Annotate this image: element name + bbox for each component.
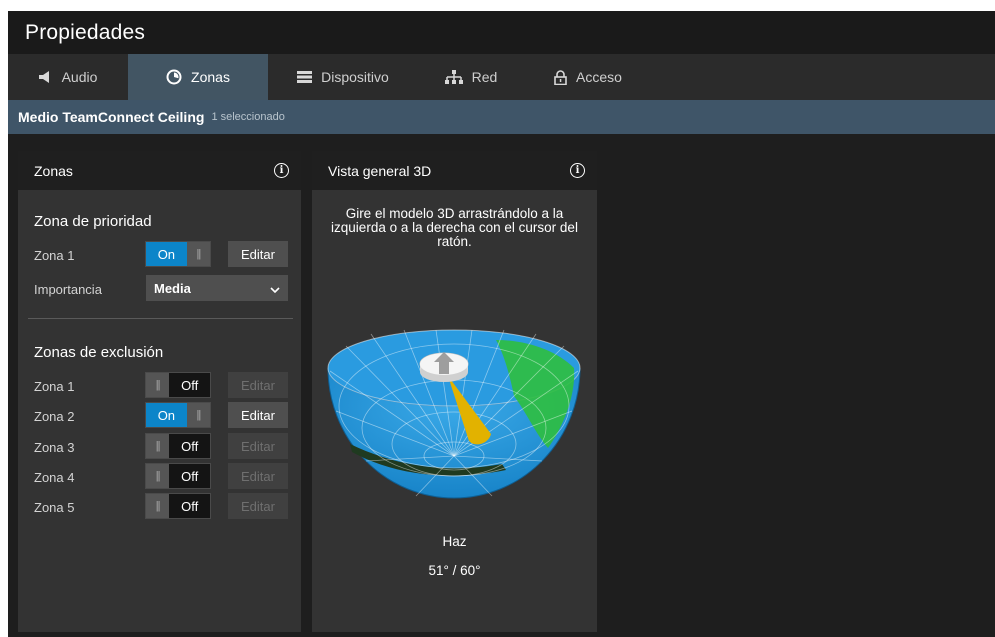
section-divider <box>28 318 293 319</box>
exclusion-zone-4-edit-button: Editar <box>228 463 288 489</box>
network-icon <box>444 70 463 84</box>
tab-bar: Audio Zonas Dispositivo Red Acceso <box>8 54 995 100</box>
exclusion-zone-5-label: Zona 5 <box>34 500 75 515</box>
info-icon[interactable]: i <box>274 163 289 178</box>
app-title: Propiedades <box>25 21 146 44</box>
tab-red[interactable]: Red <box>418 54 524 100</box>
exclusion-zone-1-edit-button: Editar <box>228 372 288 398</box>
tab-dispositivo-label: Dispositivo <box>321 69 389 85</box>
info-icon[interactable]: i <box>570 163 585 178</box>
title-bar: Propiedades <box>8 11 995 54</box>
exclusion-zone-2-edit-button[interactable]: Editar <box>228 402 288 428</box>
3d-view-panel-header: Vista general 3D i <box>312 151 597 190</box>
exclusion-zone-2-label: Zona 2 <box>34 409 75 424</box>
device-bar: Medio TeamConnect Ceiling 1 seleccionado <box>8 100 995 134</box>
zones-panel-title: Zonas <box>34 162 73 179</box>
priority-zone-label: Zona 1 <box>34 248 75 263</box>
tab-audio[interactable]: Audio <box>8 54 128 100</box>
tab-acceso[interactable]: Acceso <box>524 54 648 100</box>
toggle-grip-icon: || <box>146 434 170 458</box>
3d-instructions: Gire el modelo 3D arrastrándolo a la izq… <box>331 206 578 249</box>
3d-view-panel: Vista general 3D i Gire el modelo 3D arr… <box>312 151 597 632</box>
toggle-on-label: On <box>146 242 187 266</box>
exclusion-zone-1-label: Zona 1 <box>34 379 75 394</box>
toggle-grip-icon: || <box>186 403 210 427</box>
3d-view-panel-title: Vista general 3D <box>328 162 432 179</box>
exclusion-zone-3-toggle[interactable]: || Off <box>145 433 211 459</box>
toggle-grip-icon: || <box>146 373 170 397</box>
importance-value: Media <box>154 280 191 296</box>
toggle-grip-icon: || <box>146 494 170 518</box>
importance-select[interactable]: Media <box>146 275 288 301</box>
tab-acceso-label: Acceso <box>576 69 622 85</box>
toggle-off-label: Off <box>169 494 210 518</box>
tab-zonas-label: Zonas <box>191 69 230 85</box>
exclusion-zone-2-toggle[interactable]: On || <box>145 402 211 428</box>
3d-dome-model[interactable] <box>326 316 583 511</box>
chevron-down-icon <box>270 281 280 296</box>
tab-dispositivo[interactable]: Dispositivo <box>268 54 418 100</box>
zones-panel: Zonas i Zona de prioridad Zona 1 On || E… <box>18 151 301 632</box>
exclusion-zone-1-toggle[interactable]: || Off <box>145 372 211 398</box>
beam-label: Haz <box>442 534 467 549</box>
zones-panel-header: Zonas i <box>18 151 301 190</box>
exclusion-zones-title: Zonas de exclusión <box>34 344 164 361</box>
exclusion-zone-4-label: Zona 4 <box>34 470 75 485</box>
tab-red-label: Red <box>471 69 498 85</box>
exclusion-zone-4-toggle[interactable]: || Off <box>145 463 211 489</box>
exclusion-zone-3-edit-button: Editar <box>228 433 288 459</box>
app-window: Propiedades Audio Zonas Dispositivo Red <box>8 11 995 637</box>
importance-label: Importancia <box>34 282 102 297</box>
toggle-off-label: Off <box>169 373 210 397</box>
lock-icon <box>554 69 567 85</box>
beam-value: 51° / 60° <box>428 563 481 578</box>
exclusion-zone-5-toggle[interactable]: || Off <box>145 493 211 519</box>
tab-audio-label: Audio <box>61 69 98 85</box>
toggle-off-label: Off <box>169 434 210 458</box>
toggle-grip-icon: || <box>186 242 210 266</box>
device-list-icon <box>297 71 313 83</box>
exclusion-zone-5-edit-button: Editar <box>228 493 288 519</box>
toggle-off-label: Off <box>169 464 210 488</box>
priority-zone-title: Zona de prioridad <box>34 213 152 230</box>
selection-count: 1 seleccionado <box>211 111 285 123</box>
priority-edit-button[interactable]: Editar <box>228 241 288 267</box>
toggle-grip-icon: || <box>146 464 170 488</box>
tab-zonas[interactable]: Zonas <box>128 54 268 100</box>
exclusion-zone-3-label: Zona 3 <box>34 440 75 455</box>
speaker-icon <box>38 71 53 83</box>
zones-icon <box>166 69 182 85</box>
priority-zone-toggle[interactable]: On || <box>145 241 211 267</box>
device-name: Medio TeamConnect Ceiling <box>18 109 205 125</box>
toggle-on-label: On <box>146 403 187 427</box>
